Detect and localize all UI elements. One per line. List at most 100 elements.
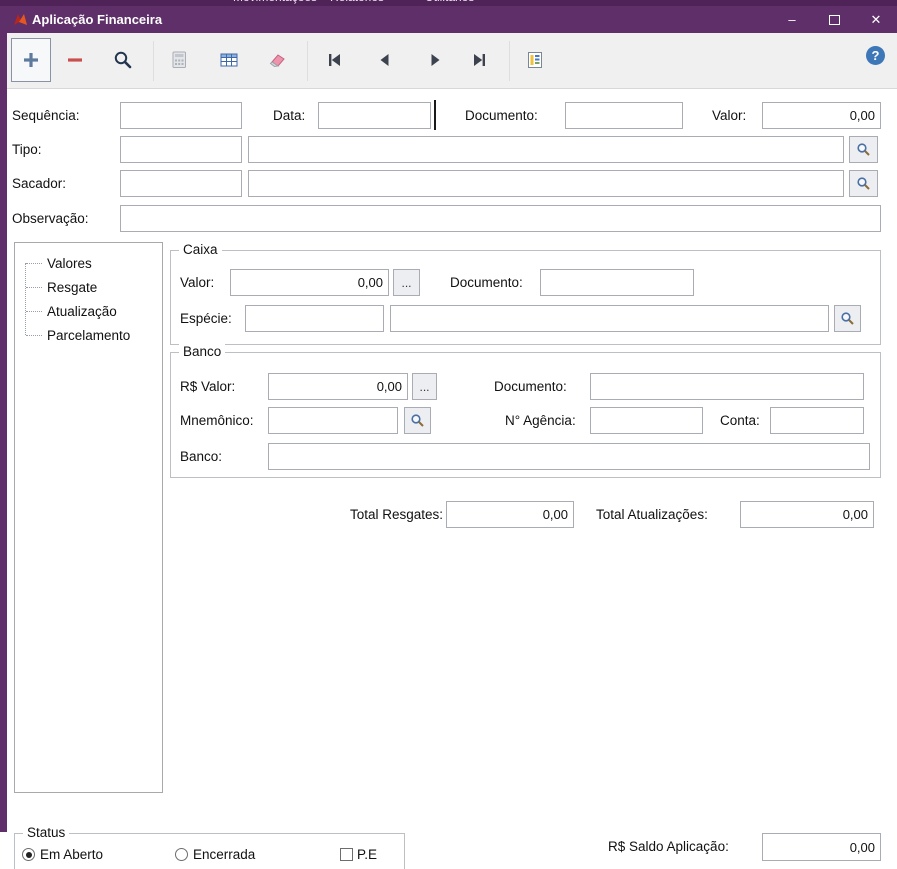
previous-record-icon [376,52,394,68]
sacador-description-input[interactable] [248,170,844,197]
sequencia-label: Sequência: [12,102,80,129]
lookup-magnifier-icon [410,413,425,428]
valor-label: Valor: [712,102,746,129]
lookup-magnifier-icon [856,176,871,191]
tree-item-label: Valores [47,256,92,271]
tree-item-label: Parcelamento [47,328,130,343]
tree-connector [26,311,42,312]
especie-code-input[interactable] [245,305,384,332]
documento-label: Documento: [465,102,538,129]
aplicacao-financeira-window: Aplicação Financeira – ✕ [7,6,897,869]
grid-view-button[interactable] [209,38,249,82]
agencia-label: N° Agência: [505,407,576,434]
toolbar: ? [7,33,897,89]
banco-valor-input[interactable] [268,373,408,400]
tree-item-label: Atualização [47,304,117,319]
next-record-icon [426,52,444,68]
plus-icon [22,51,40,69]
tree-connector [26,263,42,264]
banco-valor-label: R$ Valor: [180,373,235,400]
saldo-aplicacao-input[interactable] [762,833,881,861]
total-resgates-input[interactable] [446,501,574,528]
total-resgates-label: Total Resgates: [323,501,443,528]
first-record-icon [326,52,344,68]
last-record-icon [470,52,488,68]
background-menu-item: Relatórios [330,0,384,4]
total-atualizacoes-label: Total Atualizações: [596,501,708,528]
mnemonico-input[interactable] [268,407,398,434]
tree-item-label: Resgate [47,280,97,295]
sacador-code-input[interactable] [120,170,242,197]
delete-record-button[interactable] [55,38,95,82]
tree-item-valores[interactable]: Valores [15,251,162,275]
caixa-valor-input[interactable] [230,269,389,296]
caixa-browse-button[interactable]: ... [393,269,420,296]
total-atualizacoes-input[interactable] [740,501,874,528]
toolbar-separator [153,41,154,81]
sacador-lookup-button[interactable] [849,170,878,197]
mnemonico-label: Mnemônico: [180,407,254,434]
caixa-documento-input[interactable] [540,269,694,296]
banco-documento-input[interactable] [590,373,864,400]
background-window-edge [0,6,7,832]
close-button[interactable]: ✕ [855,6,897,33]
especie-label: Espécie: [180,305,232,332]
tree-item-resgate[interactable]: Resgate [15,275,162,299]
sequencia-input[interactable] [120,102,242,129]
especie-lookup-button[interactable] [834,305,861,332]
eraser-icon [268,53,286,68]
observacao-input[interactable] [120,205,881,232]
clear-button[interactable] [257,38,297,82]
previous-record-button[interactable] [365,38,405,82]
report-icon [527,51,543,69]
tipo-description-input[interactable] [248,136,844,163]
mnemonico-lookup-button[interactable] [404,407,431,434]
encerrada-radio[interactable] [175,848,188,861]
background-menu-item: Movimentações [233,0,317,4]
radio-selected-dot [26,852,32,858]
tree-item-atualizacao[interactable]: Atualização [15,299,162,323]
add-record-button[interactable] [11,38,51,82]
grid-icon [220,53,238,67]
text-caret [434,100,436,130]
toolbar-separator [509,41,510,81]
help-button[interactable]: ? [866,46,885,65]
conta-input[interactable] [770,407,864,434]
pe-checkbox[interactable] [340,848,353,861]
minimize-button[interactable]: – [771,6,813,33]
em-aberto-label: Em Aberto [40,841,103,868]
last-record-button[interactable] [459,38,499,82]
em-aberto-radio[interactable] [22,848,35,861]
tree-line [25,263,26,335]
sacador-label: Sacador: [12,170,66,197]
tipo-label: Tipo: [12,136,42,163]
valor-input[interactable] [762,102,881,129]
search-button[interactable] [103,38,143,82]
tipo-lookup-button[interactable] [849,136,878,163]
lookup-magnifier-icon [840,311,855,326]
maximize-icon [829,15,840,25]
maximize-button[interactable] [813,6,855,33]
section-tree: Valores Resgate Atualização Parcelamento [14,242,163,793]
conta-label: Conta: [720,407,760,434]
toolbar-separator [307,41,308,81]
next-record-button[interactable] [415,38,455,82]
encerrada-label: Encerrada [193,841,255,868]
especie-description-input[interactable] [390,305,829,332]
window-title: Aplicação Financeira [32,12,162,27]
calculator-button[interactable] [159,38,199,82]
minus-icon [66,51,84,69]
caixa-documento-label: Documento: [450,269,523,296]
data-input[interactable] [318,102,431,129]
tree-item-parcelamento[interactable]: Parcelamento [15,323,162,347]
banco-browse-button[interactable]: ... [412,373,437,400]
report-button[interactable] [515,38,555,82]
documento-input[interactable] [565,102,683,129]
first-record-button[interactable] [315,38,355,82]
banco-nome-label: Banco: [180,443,222,470]
title-bar[interactable]: Aplicação Financeira – ✕ [7,6,897,33]
agencia-input[interactable] [590,407,703,434]
banco-nome-input[interactable] [268,443,870,470]
tipo-code-input[interactable] [120,136,242,163]
banco-documento-label: Documento: [494,373,567,400]
